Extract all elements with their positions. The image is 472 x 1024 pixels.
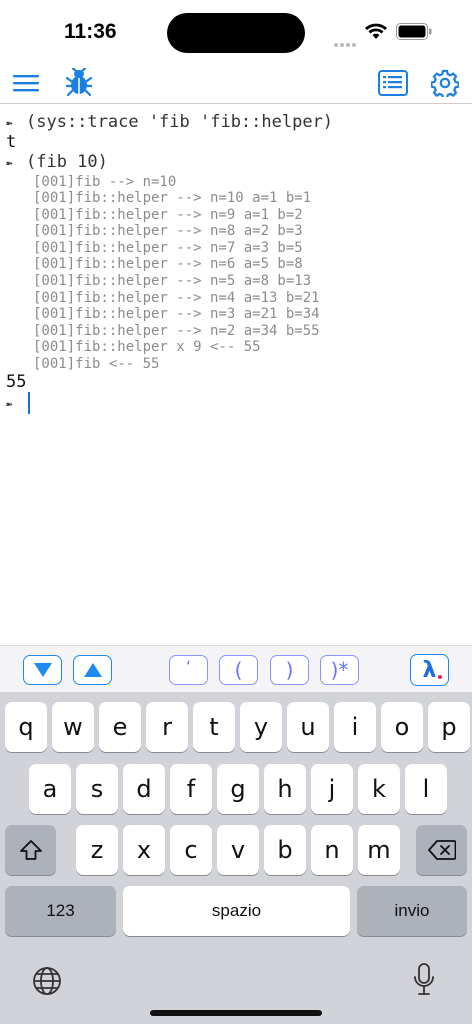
repl-console[interactable]: ➽ (sys::trace 'fib 'fib::helper) t ➽ (fib 10… (0, 108, 472, 644)
key-e[interactable]: e (99, 702, 141, 752)
key-k[interactable]: k (358, 764, 400, 814)
dynamic-island (167, 13, 305, 53)
return-key[interactable]: invio (357, 886, 467, 936)
console-trace-line: [001]fib --> n=10 (33, 174, 176, 190)
prompt-arrow-icon: ➽ (6, 117, 13, 130)
console-line-text: [001]fib::helper x 9 <-- 55 (33, 339, 261, 355)
shift-key[interactable] (5, 825, 56, 875)
console-trace-line: [001]fib::helper --> n=5 a=8 b=13 (33, 273, 311, 289)
key-n[interactable]: n (311, 825, 353, 875)
key-t[interactable]: t (193, 702, 235, 752)
key-r[interactable]: r (146, 702, 188, 752)
open-paren-button[interactable]: ( (219, 655, 258, 685)
text-caret (28, 392, 30, 414)
close-paren-button[interactable]: ) (270, 655, 309, 685)
key-m[interactable]: m (358, 825, 400, 875)
key-j[interactable]: j (311, 764, 353, 814)
console-line-text: 55 (6, 372, 27, 392)
console-line-text: [001]fib::helper --> n=9 a=1 b=2 (33, 207, 303, 223)
console-line-text: (fib 10) (26, 152, 108, 172)
console-line-text: [001]fib::helper --> n=10 a=1 b=1 (33, 190, 312, 206)
console-trace-line: [001]fib::helper --> n=3 a=21 b=34 (33, 306, 320, 322)
delete-key[interactable] (416, 825, 467, 875)
wifi-icon (365, 23, 387, 39)
console-line-text: [001]fib --> n=10 (33, 174, 177, 190)
console-trace-line: [001]fib::helper --> n=6 a=5 b=8 (33, 256, 303, 272)
console-line-text: t (6, 132, 17, 152)
console-trace-line: [001]fib::helper --> n=8 a=2 b=3 (33, 223, 303, 239)
key-p[interactable]: p (428, 702, 470, 752)
key-z[interactable]: z (76, 825, 118, 875)
key-x[interactable]: x (123, 825, 165, 875)
lambda-button[interactable]: λ (410, 654, 449, 686)
battery-icon (396, 23, 432, 40)
bug-icon[interactable] (66, 68, 92, 96)
key-f[interactable]: f (170, 764, 212, 814)
key-l[interactable]: l (405, 764, 447, 814)
home-indicator (150, 1010, 322, 1016)
key-h[interactable]: h (264, 764, 306, 814)
gear-icon[interactable] (431, 69, 459, 97)
console-trace-line: [001]fib::helper --> n=4 a=13 b=21 (33, 290, 320, 306)
console-trace-line: [001]fib::helper --> n=9 a=1 b=2 (33, 207, 303, 223)
hamburger-icon[interactable] (13, 74, 39, 92)
triangle-down-icon (33, 663, 52, 677)
key-v[interactable]: v (217, 825, 259, 875)
document-list-icon[interactable] (378, 70, 408, 96)
console-trace-line: [001]fib <-- 55 (33, 356, 159, 372)
console-result-line: 55 (6, 372, 26, 392)
cellular-signal-icon (334, 34, 360, 47)
key-o[interactable]: o (381, 702, 423, 752)
key-s[interactable]: s (76, 764, 118, 814)
console-result-line: t (6, 132, 16, 152)
console-line-text: (sys::trace 'fib 'fib::helper) (26, 112, 334, 132)
key-d[interactable]: d (123, 764, 165, 814)
console-prompt-line: ➽ (fib 10) (6, 152, 108, 172)
space-key[interactable]: spazio (123, 886, 350, 936)
console-line-text: [001]fib::helper --> n=6 a=5 b=8 (33, 256, 303, 272)
console-trace-line: [001]fib::helper --> n=7 a=3 b=5 (33, 240, 303, 256)
quote-button[interactable]: ‘ (169, 655, 208, 685)
console-line-text: [001]fib::helper --> n=5 a=8 b=13 (33, 273, 312, 289)
console-trace-line: [001]fib::helper x 9 <-- 55 (33, 339, 261, 355)
status-time: 11:36 (64, 20, 117, 43)
console-prompt-line: ➽ (sys::trace 'fib 'fib::helper) (6, 112, 333, 132)
key-u[interactable]: u (287, 702, 329, 752)
history-down-button[interactable] (23, 655, 62, 685)
key-q[interactable]: q (5, 702, 47, 752)
prompt-arrow-icon: ➽ (6, 157, 13, 170)
console-trace-line: [001]fib::helper --> n=10 a=1 b=1 (33, 190, 311, 206)
console-line-text: [001]fib::helper --> n=3 a=21 b=34 (33, 306, 320, 322)
key-y[interactable]: y (240, 702, 282, 752)
console-line-text: [001]fib::helper --> n=7 a=3 b=5 (33, 240, 303, 256)
console-line-text: [001]fib::helper --> n=2 a=34 b=55 (33, 323, 320, 339)
globe-icon[interactable] (32, 966, 62, 996)
key-i[interactable]: i (334, 702, 376, 752)
console-line-text: [001]fib <-- 55 (33, 356, 160, 372)
microphone-icon[interactable] (413, 963, 435, 997)
key-w[interactable]: w (52, 702, 94, 752)
history-up-button[interactable] (73, 655, 112, 685)
console-prompt-line: ➽ (6, 392, 30, 414)
input-accessory-toolbar: ‘ ( ) )* λ (0, 645, 472, 692)
console-trace-line: [001]fib::helper --> n=2 a=34 b=55 (33, 323, 320, 339)
shift-icon (19, 840, 42, 860)
console-line-text: [001]fib::helper --> n=4 a=13 b=21 (33, 290, 320, 306)
key-a[interactable]: a (29, 764, 71, 814)
backspace-icon (427, 840, 456, 860)
status-bar: 11:36 (0, 0, 472, 62)
nav-bar (0, 62, 472, 104)
numbers-key[interactable]: 123 (5, 886, 116, 936)
key-b[interactable]: b (264, 825, 306, 875)
lambda-icon: λ (422, 657, 437, 683)
triangle-up-icon (83, 663, 102, 677)
key-g[interactable]: g (217, 764, 259, 814)
close-all-parens-button[interactable]: )* (320, 655, 359, 685)
console-line-text: [001]fib::helper --> n=8 a=2 b=3 (33, 223, 303, 239)
keyboard: 123 spazio invio qwertyuiop asdfghjkl zxcv… (0, 692, 472, 1024)
key-c[interactable]: c (170, 825, 212, 875)
prompt-arrow-icon: ➽ (6, 398, 13, 411)
